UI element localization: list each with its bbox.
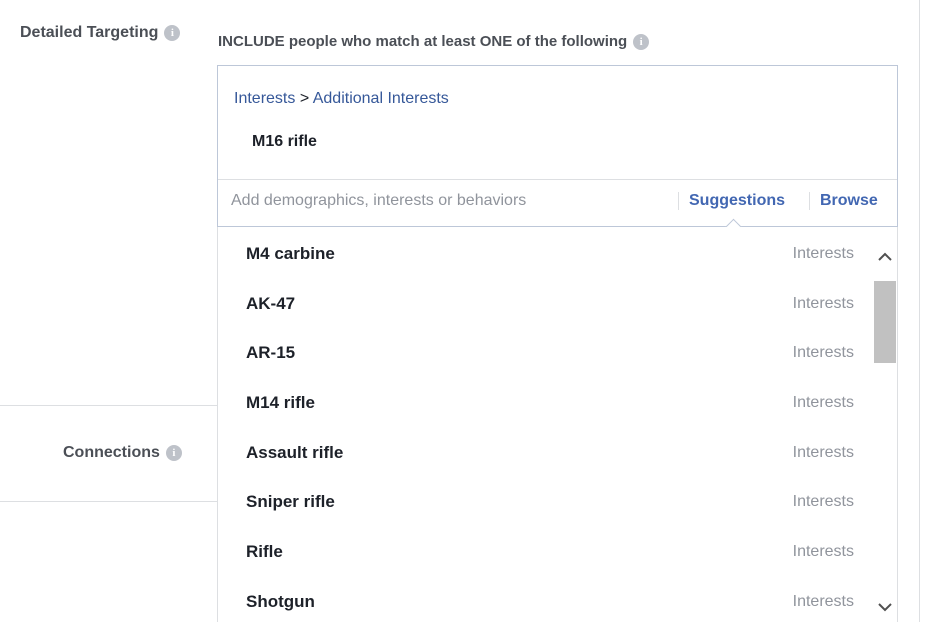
breadcrumb: Interests > Additional Interests	[234, 90, 449, 108]
suggestion-item[interactable]: M4 carbine Interests	[218, 229, 874, 279]
include-rule-row: INCLUDE people who match at least ONE of…	[218, 33, 650, 50]
breadcrumb-category[interactable]: Interests	[234, 90, 295, 107]
selected-targeting-item[interactable]: M16 rifle	[252, 133, 317, 151]
suggestion-type: Interests	[792, 344, 854, 361]
suggestion-type: Interests	[792, 493, 854, 510]
detailed-targeting-label: Detailed Targeting	[20, 24, 159, 41]
suggestion-type: Interests	[792, 245, 854, 262]
suggestion-item[interactable]: Rifle Interests	[218, 527, 874, 577]
include-rule-text: INCLUDE people who match at least ONE of…	[218, 33, 628, 50]
info-icon[interactable]: i	[165, 445, 182, 461]
info-icon[interactable]: i	[164, 25, 181, 41]
targeting-search-input[interactable]	[231, 188, 671, 214]
suggestion-item[interactable]: AR-15 Interests	[218, 328, 874, 378]
suggestion-item[interactable]: Shotgun Interests	[218, 577, 874, 622]
section-divider	[0, 501, 218, 502]
suggestion-name: AR-15	[246, 343, 296, 362]
detailed-targeting-label-row: Detailed Targeting i	[20, 24, 181, 42]
info-icon[interactable]: i	[633, 33, 650, 50]
connections-label: Connections	[63, 444, 160, 461]
tab-divider	[809, 192, 810, 210]
section-divider	[0, 405, 218, 406]
detailed-targeting-box: Interests > Additional Interests M16 rif…	[217, 65, 898, 235]
suggestion-type: Interests	[792, 394, 854, 411]
breadcrumb-subcategory[interactable]: Additional Interests	[313, 90, 449, 107]
suggestion-name: AK-47	[246, 294, 296, 313]
connections-label-row: Connections i	[63, 444, 182, 462]
suggestion-type: Interests	[792, 295, 854, 312]
dropdown-scrollbar[interactable]	[873, 227, 897, 622]
tab-divider	[678, 192, 679, 210]
suggestion-name: Assault rifle	[246, 443, 344, 462]
tab-browse[interactable]: Browse	[820, 192, 878, 210]
chevron-down-icon[interactable]	[877, 599, 893, 615]
suggestion-name: Sniper rifle	[246, 492, 335, 511]
suggestion-item[interactable]: AK-47 Interests	[218, 279, 874, 329]
box-divider	[218, 179, 897, 180]
suggestion-item[interactable]: Sniper rifle Interests	[218, 477, 874, 527]
suggestion-name: M4 carbine	[246, 244, 335, 263]
suggestion-type: Interests	[792, 593, 854, 610]
suggestion-name: M14 rifle	[246, 393, 315, 412]
panel-right-border	[919, 0, 920, 622]
suggestion-type: Interests	[792, 444, 854, 461]
suggestion-name: Shotgun	[246, 592, 315, 611]
scrollbar-thumb[interactable]	[874, 281, 896, 363]
breadcrumb-separator: >	[299, 90, 310, 107]
tab-suggestions[interactable]: Suggestions	[689, 192, 785, 210]
suggestion-name: Rifle	[246, 542, 283, 561]
suggestion-item[interactable]: M14 rifle Interests	[218, 378, 874, 428]
chevron-up-icon[interactable]	[877, 249, 893, 265]
suggestions-dropdown: M4 carbine Interests AK-47 Interests AR-…	[217, 227, 898, 622]
suggestion-type: Interests	[792, 543, 854, 560]
suggestion-item[interactable]: Assault rifle Interests	[218, 428, 874, 478]
